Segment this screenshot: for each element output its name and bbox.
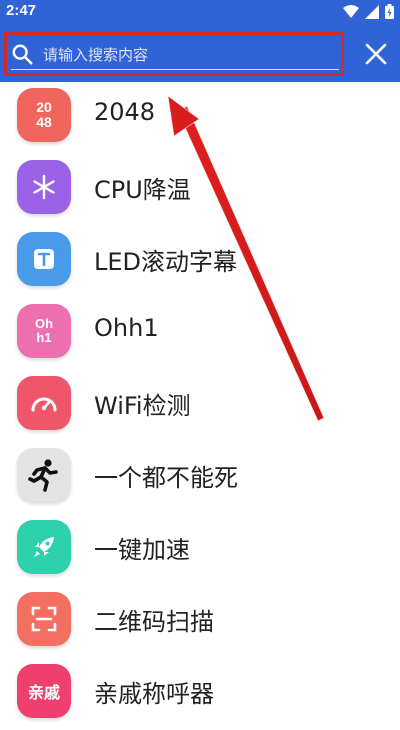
qr-scan-icon [17, 592, 71, 646]
search-underline [11, 69, 339, 70]
signal-icon [365, 4, 379, 19]
app-label: 一个都不能死 [94, 464, 238, 492]
battery-icon [385, 4, 394, 19]
wifi-icon [343, 4, 359, 18]
ohh1-icon: Oh h1 [17, 304, 71, 358]
list-item-qr-scan[interactable]: 二维码扫描 [0, 586, 400, 658]
app-label: WiFi检测 [94, 392, 191, 420]
icon-line: 48 [36, 114, 52, 130]
list-item-led-marquee[interactable]: LED滚动字幕 [0, 226, 400, 298]
app-label: 二维码扫描 [94, 608, 214, 636]
icon-line: 20 [36, 99, 52, 115]
app-label: 2048 [94, 98, 156, 126]
2048-icon: 20 48 [17, 88, 71, 142]
list-item-none-can-die[interactable]: 一个都不能死 [0, 442, 400, 514]
list-item-ohh1[interactable]: Oh h1 Ohh1 [0, 298, 400, 370]
list-item-cpu-cooling[interactable]: CPU降温 [0, 154, 400, 226]
rocket-icon [17, 520, 71, 574]
text-icon [17, 232, 71, 286]
search-icon [12, 44, 33, 65]
status-icons [343, 4, 394, 19]
app-label: 一键加速 [94, 536, 190, 564]
app-label: 亲戚称呼器 [94, 680, 214, 708]
search-input[interactable] [41, 41, 345, 69]
list-item-relatives-caller[interactable]: 亲戚 亲戚称呼器 [0, 658, 400, 730]
close-icon[interactable] [362, 40, 390, 68]
app-label: Ohh1 [94, 314, 159, 342]
status-time: 2:47 [6, 2, 37, 19]
snowflake-icon [17, 160, 71, 214]
list-item-one-key-boost[interactable]: 一键加速 [0, 514, 400, 586]
app-list: 20 48 2048 CPU降温 LED滚动字幕 Oh h1 Ohh1 WiFi… [0, 82, 400, 730]
running-man-icon [17, 448, 71, 502]
list-item-2048[interactable]: 20 48 2048 [0, 82, 400, 154]
app-label: CPU降温 [94, 176, 191, 204]
icon-text: 亲戚 [27, 683, 60, 702]
list-item-wifi-check[interactable]: WiFi检测 [0, 370, 400, 442]
app-label: LED滚动字幕 [94, 248, 238, 276]
icon-line: h1 [36, 330, 52, 345]
relatives-icon: 亲戚 [17, 664, 71, 718]
search-box[interactable] [4, 32, 345, 76]
search-toolbar [0, 24, 400, 82]
speedometer-icon [17, 376, 71, 430]
icon-line: Oh [34, 316, 54, 331]
status-bar: 2:47 [0, 0, 400, 24]
